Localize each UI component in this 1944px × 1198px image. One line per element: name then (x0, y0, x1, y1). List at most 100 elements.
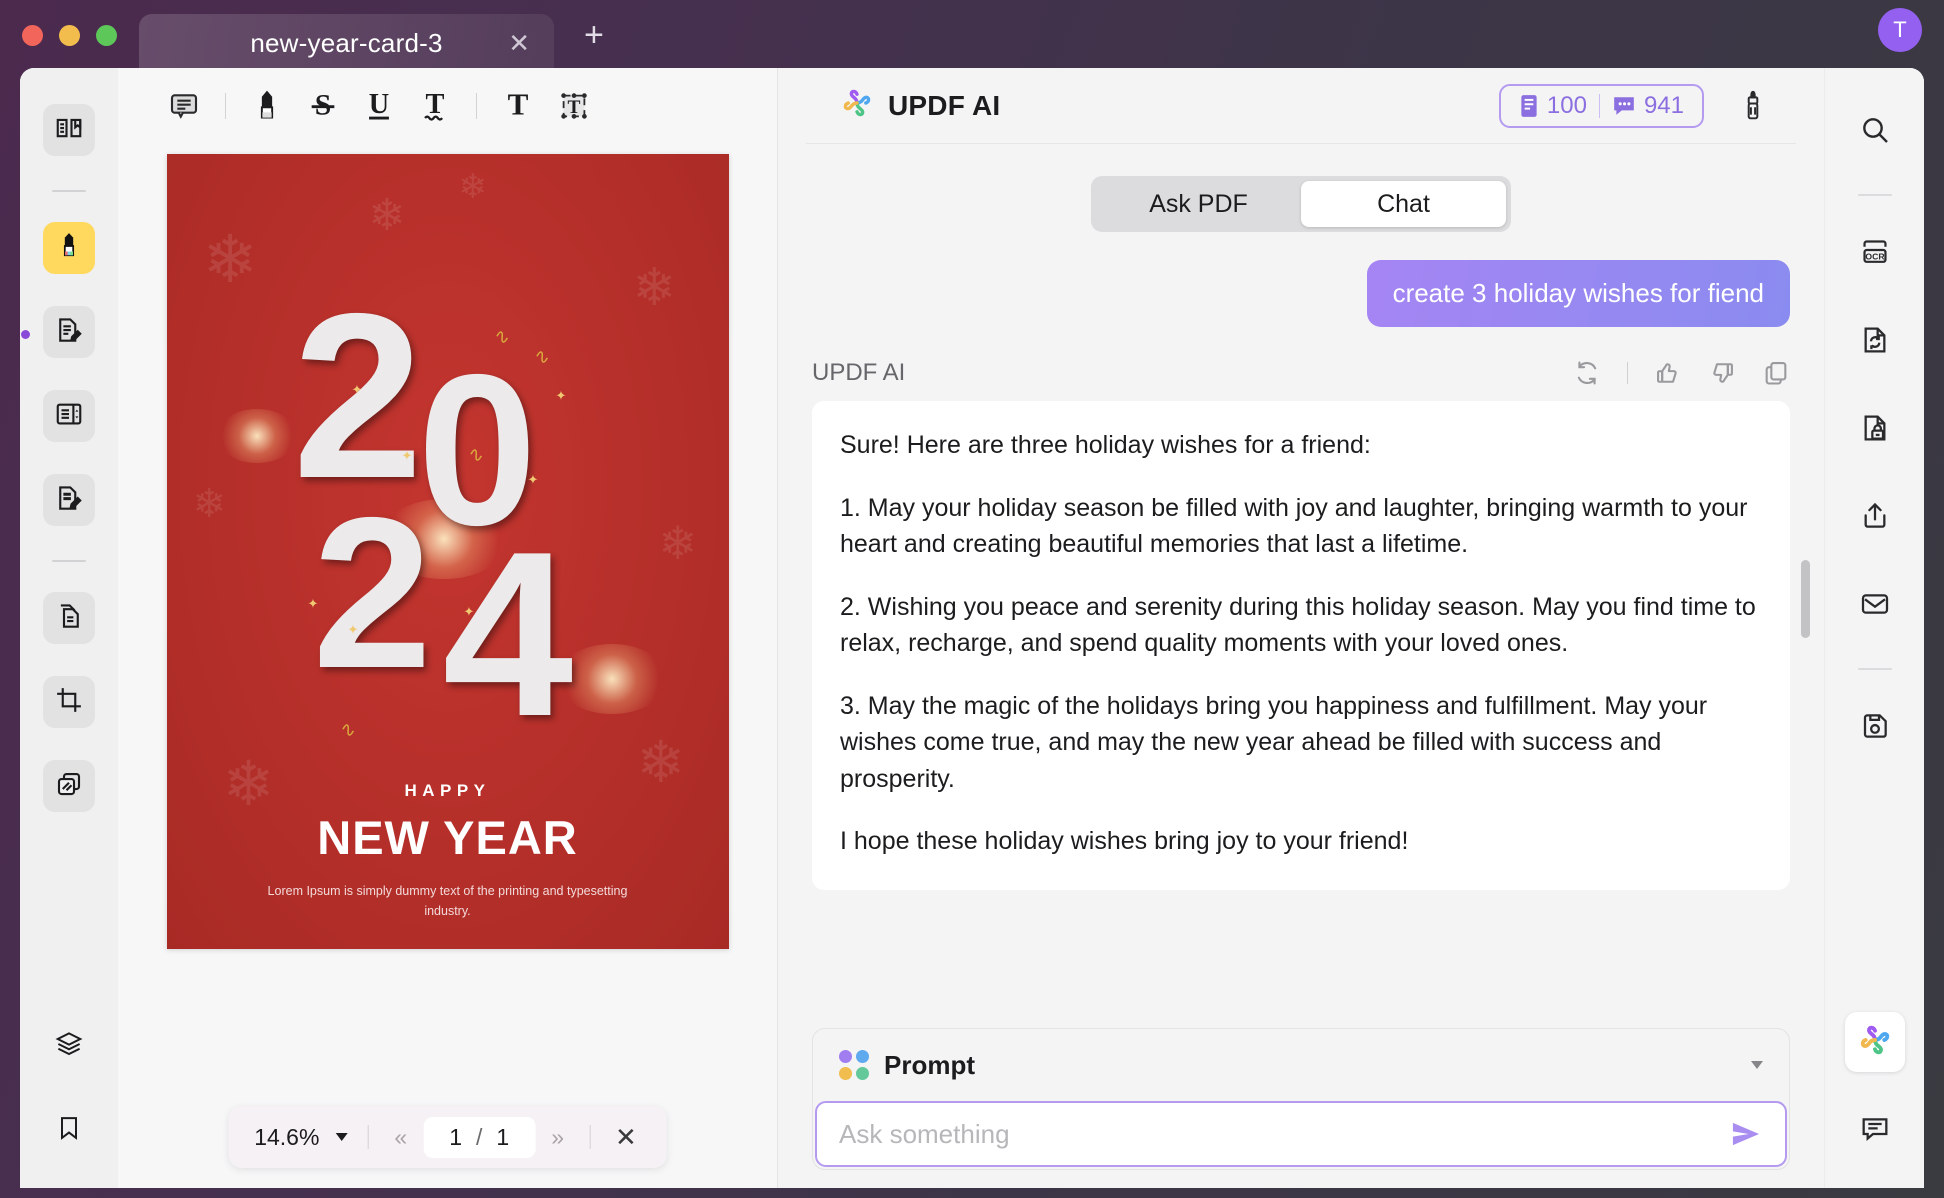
reader-icon (54, 113, 84, 148)
underline-icon[interactable]: U (351, 81, 407, 131)
sidebar-item-bookmark[interactable] (43, 1104, 95, 1156)
ai-mode-tabs: Ask PDF Chat (1091, 176, 1511, 232)
svg-text:T: T (426, 89, 445, 120)
sidebar-item-updf-ai[interactable] (1845, 1012, 1905, 1072)
document-tab[interactable]: new-year-card-3 ✕ (139, 14, 554, 72)
pdf-page[interactable]: ❄ ❄ ❄ ❄ ❄ ❄ ❄ ❄ 2 0 2 4 ∿ ∿ ∿ (167, 154, 729, 949)
sidebar-item-crop[interactable] (43, 676, 95, 728)
avatar[interactable]: T (1878, 8, 1922, 52)
text-box-icon[interactable]: T (546, 81, 602, 131)
brush-icon[interactable] (1740, 90, 1766, 122)
chevron-down-icon[interactable] (1751, 1061, 1763, 1069)
email-icon (1859, 588, 1891, 625)
previous-page-icon[interactable]: « (388, 1124, 413, 1151)
user-message-bubble: create 3 holiday wishes for fiend (1367, 260, 1790, 327)
updf-ai-icon (1857, 1022, 1893, 1063)
prompt-label: Prompt (884, 1050, 975, 1081)
sidebar-item-convert[interactable] (43, 592, 95, 644)
left-sidebar (20, 68, 118, 1188)
tab-chat[interactable]: Chat (1301, 181, 1506, 227)
app-window: S U T T (20, 68, 1924, 1188)
strikethrough-icon[interactable]: S (295, 81, 351, 131)
comment-panel-icon (1859, 1112, 1891, 1149)
ask-input[interactable] (839, 1119, 1715, 1150)
assistant-paragraph: 2. Wishing you peace and serenity during… (840, 589, 1762, 662)
text-icon[interactable]: T (490, 81, 546, 131)
convert-icon (54, 601, 84, 636)
sidebar-item-comments[interactable] (1845, 1100, 1905, 1160)
window-title-bar: new-year-card-3 ✕ + T (0, 0, 1944, 72)
toolbar-divider-1 (225, 93, 226, 119)
sidebar-item-batch[interactable] (43, 760, 95, 812)
maximize-window-button[interactable] (96, 25, 117, 46)
prompt-selector[interactable]: Prompt (813, 1029, 1789, 1101)
batch-icon (54, 769, 84, 804)
fill-sign-icon (54, 483, 84, 518)
sidebar-item-edit-pdf[interactable] (43, 306, 95, 358)
card-lorem-text: Lorem Ipsum is simply dummy text of the … (167, 882, 729, 921)
sidebar-divider-2 (52, 560, 86, 562)
ask-input-wrapper[interactable] (815, 1101, 1787, 1167)
total-pages-value: 1 (496, 1124, 509, 1151)
send-icon[interactable] (1715, 1119, 1763, 1149)
highlight-icon[interactable] (239, 81, 295, 131)
minimize-window-button[interactable] (59, 25, 80, 46)
annotation-toolbar: S U T T (118, 68, 777, 144)
sidebar-item-comment[interactable] (43, 222, 95, 274)
sidebar-item-search[interactable] (1845, 102, 1905, 162)
sidebar-item-reader[interactable] (43, 104, 95, 156)
search-icon (1859, 114, 1891, 151)
assistant-paragraph: 3. May the magic of the holidays bring y… (840, 688, 1762, 798)
regenerate-icon[interactable] (1573, 359, 1601, 387)
highlighter-icon (54, 230, 84, 267)
chat-scrollbar[interactable] (1801, 560, 1810, 638)
share-icon (1859, 500, 1891, 537)
sidebar-item-ocr[interactable]: OCR (1845, 224, 1905, 284)
credits-badge[interactable]: 100 941 (1499, 84, 1704, 128)
year-digit: 2 (313, 509, 433, 677)
zoom-and-page-bar: 14.6% « 1 / 1 » ✕ (228, 1106, 667, 1168)
pdf-page-scroll[interactable]: ❄ ❄ ❄ ❄ ❄ ❄ ❄ ❄ 2 0 2 4 ∿ ∿ ∿ (118, 144, 777, 1188)
sidebar-item-layers[interactable] (43, 1020, 95, 1072)
updf-ai-logo-icon (840, 86, 874, 125)
zoom-dropdown-icon[interactable] (335, 1133, 347, 1141)
svg-text:OCR: OCR (1865, 251, 1885, 261)
sidebar-item-fill-sign[interactable] (43, 474, 95, 526)
sidebar-item-email[interactable] (1845, 576, 1905, 636)
assistant-message-header: UPDF AI (812, 359, 1790, 387)
sidebar-item-organize-pages[interactable] (43, 390, 95, 442)
assistant-actions-divider (1627, 362, 1628, 384)
copy-icon[interactable] (1762, 359, 1790, 387)
thumbs-up-icon[interactable] (1654, 359, 1682, 387)
sidebar-item-protect[interactable] (1845, 400, 1905, 460)
tab-ask-pdf[interactable]: Ask PDF (1096, 181, 1301, 227)
close-tab-icon[interactable]: ✕ (508, 30, 530, 56)
close-window-button[interactable] (22, 25, 43, 46)
layers-icon (54, 1029, 84, 1064)
page-indicator[interactable]: 1 / 1 (423, 1117, 535, 1158)
user-message-row: create 3 holiday wishes for fiend (812, 260, 1790, 327)
sidebar-item-share[interactable] (1845, 488, 1905, 548)
next-page-icon[interactable]: » (545, 1124, 570, 1151)
squiggly-underline-icon[interactable]: T (407, 81, 463, 131)
bookmark-icon (55, 1113, 83, 1148)
save-icon (1859, 710, 1891, 747)
assistant-label: UPDF AI (812, 359, 905, 387)
assistant-paragraph: 1. May your holiday season be filled wit… (840, 490, 1762, 563)
right-sidebar: OCR (1824, 68, 1924, 1188)
sticky-note-icon[interactable] (156, 81, 212, 131)
current-page-value[interactable]: 1 (449, 1124, 462, 1151)
zoom-level-value[interactable]: 14.6% (254, 1124, 319, 1151)
close-zoombar-icon[interactable]: ✕ (611, 1122, 641, 1153)
new-tab-icon[interactable]: + (584, 18, 604, 52)
sidebar-item-save[interactable] (1845, 698, 1905, 758)
card-newyear-text: NEW YEAR (167, 810, 729, 865)
sidebar-item-convert[interactable] (1845, 312, 1905, 372)
chat-thread: create 3 holiday wishes for fiend UPDF A… (778, 260, 1824, 1028)
active-tool-marker (21, 330, 30, 339)
document-credits: 100 (1519, 92, 1587, 120)
year-digit: 4 (443, 542, 574, 725)
year-artwork: 2 0 2 4 ∿ ∿ ∿ ∿ ✦ ✦ ✦ ✦ ✦ ✦ ✦ (298, 304, 598, 764)
thumbs-down-icon[interactable] (1708, 359, 1736, 387)
ai-panel-title: UPDF AI (888, 90, 1000, 122)
